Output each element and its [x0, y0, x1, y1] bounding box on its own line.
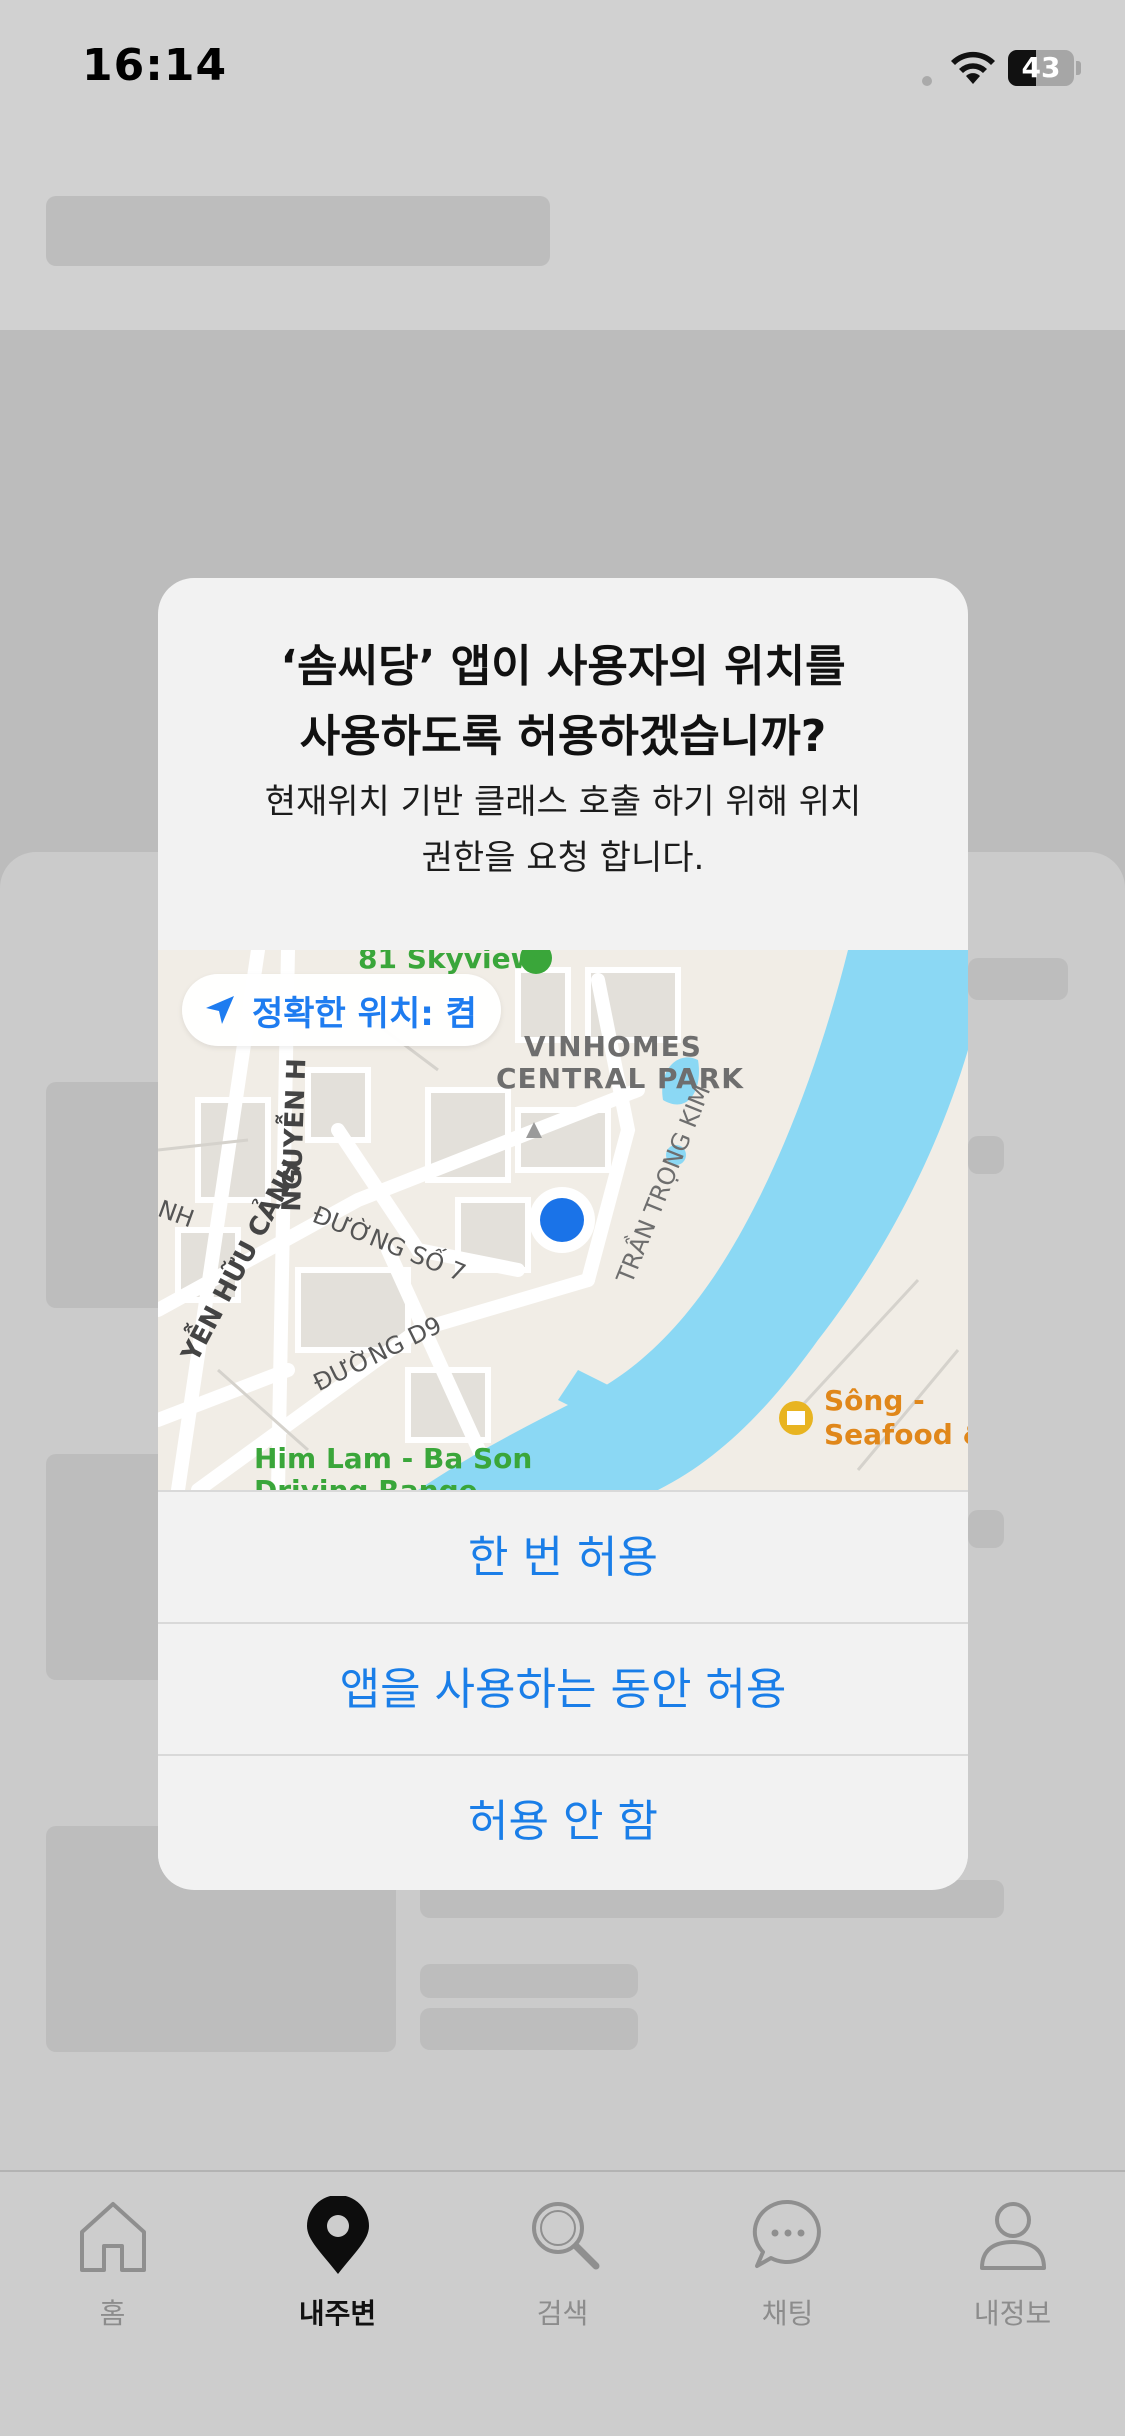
alert-title-line: 사용하도록 허용하겠습니까? [299, 711, 827, 762]
status-bar: 16:14 43 [0, 0, 1125, 140]
alert-title: ‘솜씨당’ 앱이 사용자의 위치를 사용하도록 허용하겠습니까? [198, 632, 928, 772]
tab-label: 내주변 [298, 2297, 377, 2330]
skeleton-line [420, 1964, 638, 1998]
allow-once-button[interactable]: 한 번 허용 [158, 1490, 968, 1622]
battery-percent: 43 [1021, 51, 1061, 84]
status-time: 16:14 [82, 40, 228, 91]
wifi-icon [951, 51, 995, 84]
alert-title-line: ‘솜씨당’ 앱이 사용자의 위치를 [280, 641, 846, 692]
alert-message-line: 현재위치 기반 클래스 호출 하기 위해 위치 [264, 782, 862, 822]
map-label: Driving Range [254, 1474, 478, 1490]
map-label: VINHOMES [524, 1030, 702, 1063]
skeleton-line [968, 958, 1068, 1000]
map-label: Seafood & [824, 1418, 968, 1451]
dont-allow-button[interactable]: 허용 안 함 [158, 1754, 968, 1886]
tab-label: 내정보 [973, 2297, 1052, 2330]
map-label: Sông - [824, 1384, 925, 1417]
alert-message-line: 권한을 요청 합니다. [421, 838, 705, 878]
skeleton-line [968, 1136, 1004, 1174]
skeleton-line [968, 1510, 1004, 1548]
map-label: 81 Skyview [358, 950, 537, 975]
background-header-placeholder [46, 196, 550, 266]
precise-location-label: 정확한 위치: 켬 [252, 993, 477, 1034]
tab-home[interactable]: 홈 [0, 2196, 225, 2346]
tab-label: 검색 [536, 2297, 589, 2330]
alert-message: 현재위치 기반 클래스 호출 하기 위해 위치 권한을 요청 합니다. [218, 774, 908, 886]
tab-chat[interactable]: 채팅 [675, 2196, 900, 2346]
allow-while-using-button[interactable]: 앱을 사용하는 동안 허용 [158, 1622, 968, 1754]
location-map: 81 Skyview VINHOMES CENTRAL PARK TRẦN TR… [158, 950, 968, 1490]
tab-label: 채팅 [761, 2297, 814, 2330]
search-icon [532, 2202, 600, 2270]
map-label: Him Lam - Ba Son [254, 1442, 533, 1475]
privacy-dot [922, 76, 932, 86]
home-icon [80, 2202, 146, 2272]
skeleton-line [420, 2008, 638, 2050]
precise-location-toggle[interactable]: 정확한 위치: 켬 [182, 974, 501, 1046]
tab-my-info[interactable]: 내정보 [900, 2196, 1125, 2346]
tab-search[interactable]: 검색 [450, 2196, 675, 2346]
person-icon [980, 2202, 1046, 2270]
tab-label: 홈 [99, 2297, 126, 2330]
battery-icon: 43 [1008, 50, 1082, 86]
location-pin-icon [307, 2196, 369, 2274]
chat-icon [752, 2199, 821, 2268]
location-arrow-icon [206, 996, 234, 1024]
tab-nearby[interactable]: 내주변 [225, 2196, 450, 2346]
location-permission-alert: ‘솜씨당’ 앱이 사용자의 위치를 사용하도록 허용하겠습니까? 현재위치 기반… [158, 578, 968, 1890]
